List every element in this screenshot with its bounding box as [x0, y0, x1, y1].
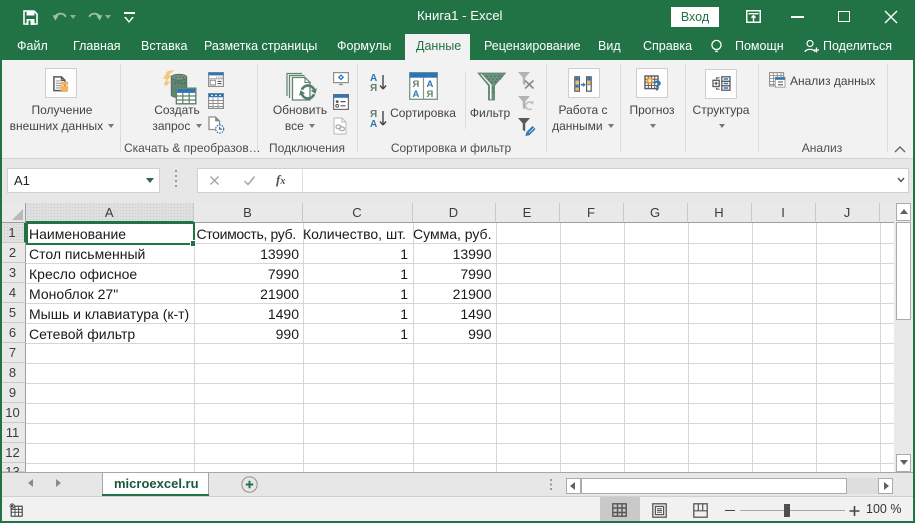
svg-text:Я: Я: [427, 89, 434, 100]
svg-text:А: А: [370, 119, 377, 129]
svg-text:?: ?: [653, 79, 662, 95]
svg-text:Я: Я: [370, 83, 377, 93]
svg-text:А: А: [413, 89, 420, 100]
